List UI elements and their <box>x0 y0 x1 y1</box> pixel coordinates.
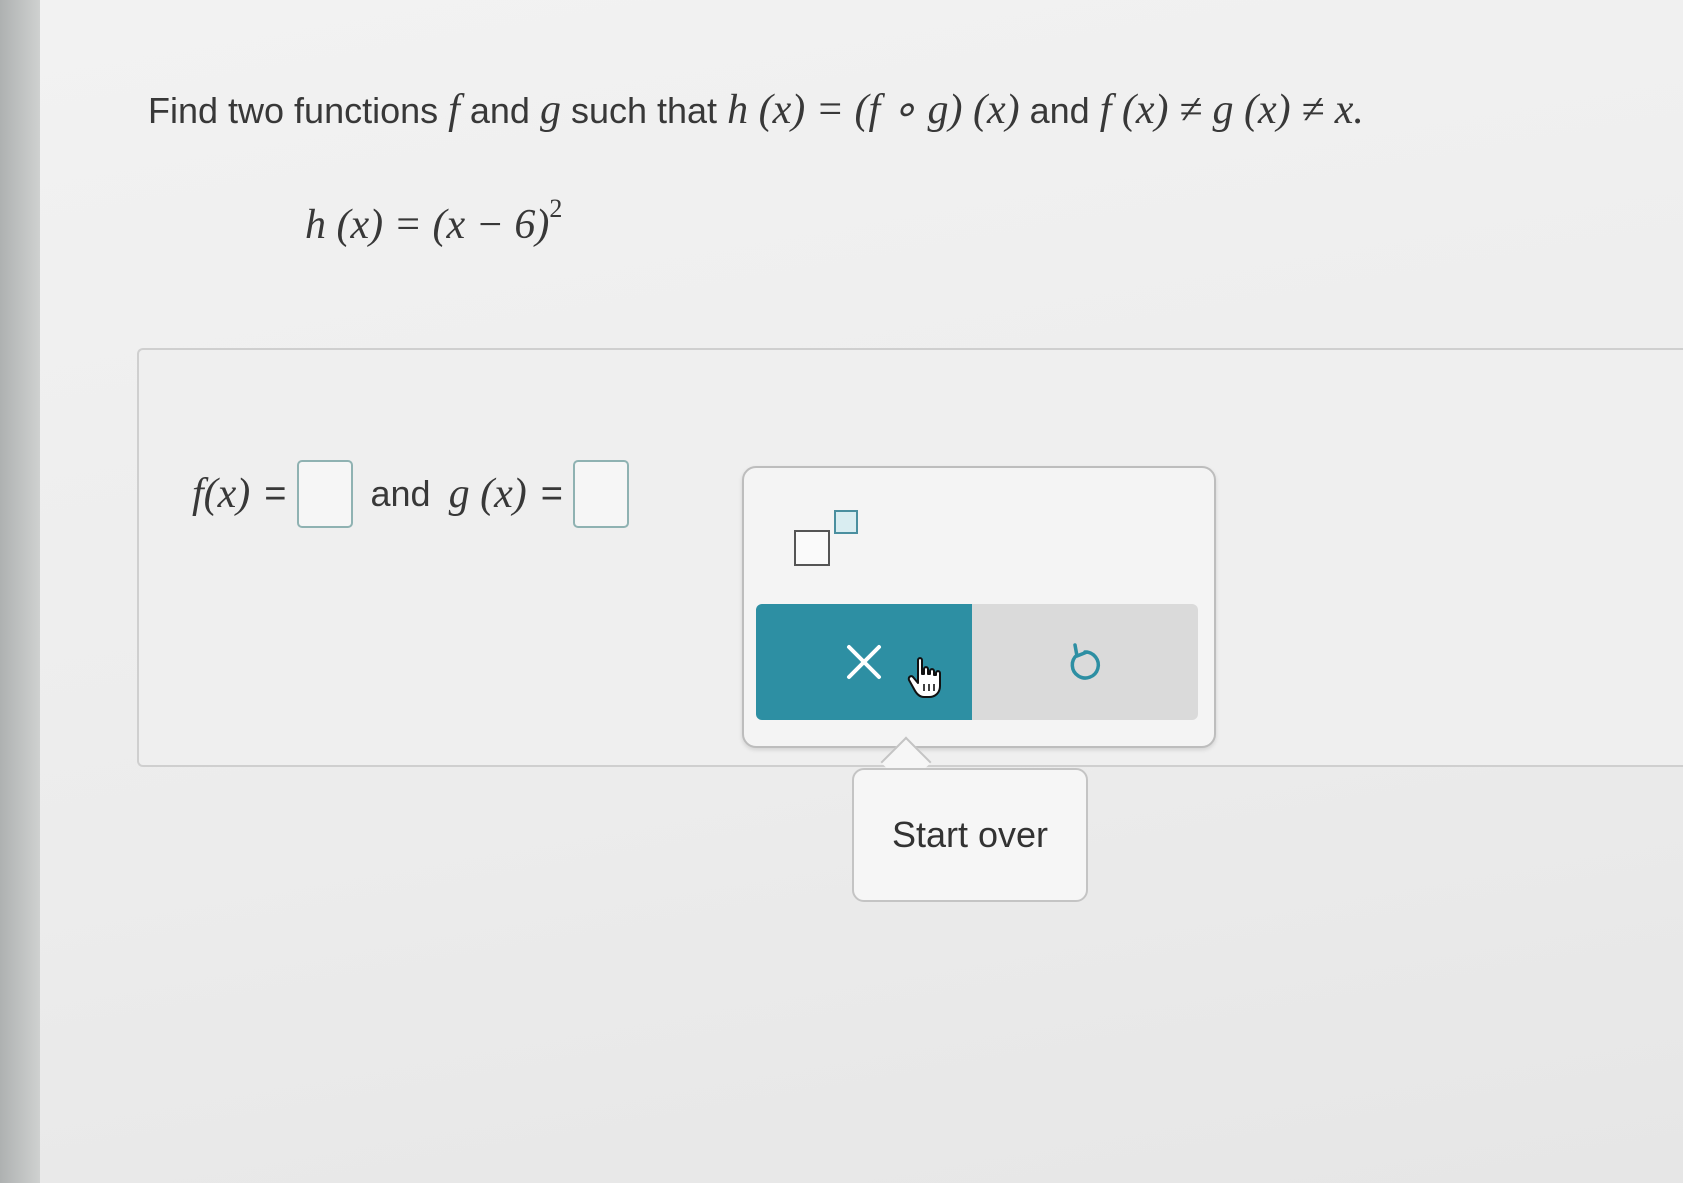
hand-cursor-icon <box>907 657 941 698</box>
start-over-button[interactable] <box>756 604 972 720</box>
equals-sign: = <box>264 472 287 515</box>
question-lead: Find two functions <box>148 90 439 131</box>
given-expression: h (x) = (x − 6) <box>305 202 550 248</box>
equals-sign: = <box>540 472 563 515</box>
g-answer-input[interactable] <box>572 460 629 528</box>
g-of-x-label: g (x) <box>448 471 527 517</box>
answer-row: f(x) = and g (x) = <box>192 460 629 528</box>
f-answer-input[interactable] <box>296 460 353 528</box>
f-of-x-label: f(x) <box>192 471 251 517</box>
question-f-symbol: f <box>448 87 460 133</box>
screen-bezel <box>0 0 40 1183</box>
tooltip-text: Start over <box>891 814 1049 855</box>
undo-icon <box>1070 643 1101 680</box>
question-composition: h (x) = (f ∘ g) (x) <box>727 87 1020 133</box>
and-label: and <box>370 473 431 514</box>
question-text: Find two functions f and g such that h (… <box>148 84 1364 134</box>
question-inequality: f (x) ≠ g (x) ≠ x. <box>1099 87 1364 133</box>
exponent-power-box-icon <box>834 510 858 534</box>
question-and-1: and <box>469 90 530 131</box>
given-function: h (x) = (x − 6)2 <box>305 194 562 249</box>
question-g-symbol: g <box>539 87 561 133</box>
undo-button[interactable] <box>972 604 1198 720</box>
given-exponent: 2 <box>549 194 563 223</box>
x-icon <box>847 645 881 679</box>
palette-button-bar <box>756 604 1198 720</box>
question-and-2: and <box>1029 90 1090 131</box>
question-such-that: such that <box>570 90 718 131</box>
math-palette <box>742 466 1216 748</box>
exponent-base-box-icon <box>794 530 830 566</box>
exponent-template-button[interactable] <box>794 506 864 566</box>
start-over-tooltip: Start over <box>852 768 1088 902</box>
